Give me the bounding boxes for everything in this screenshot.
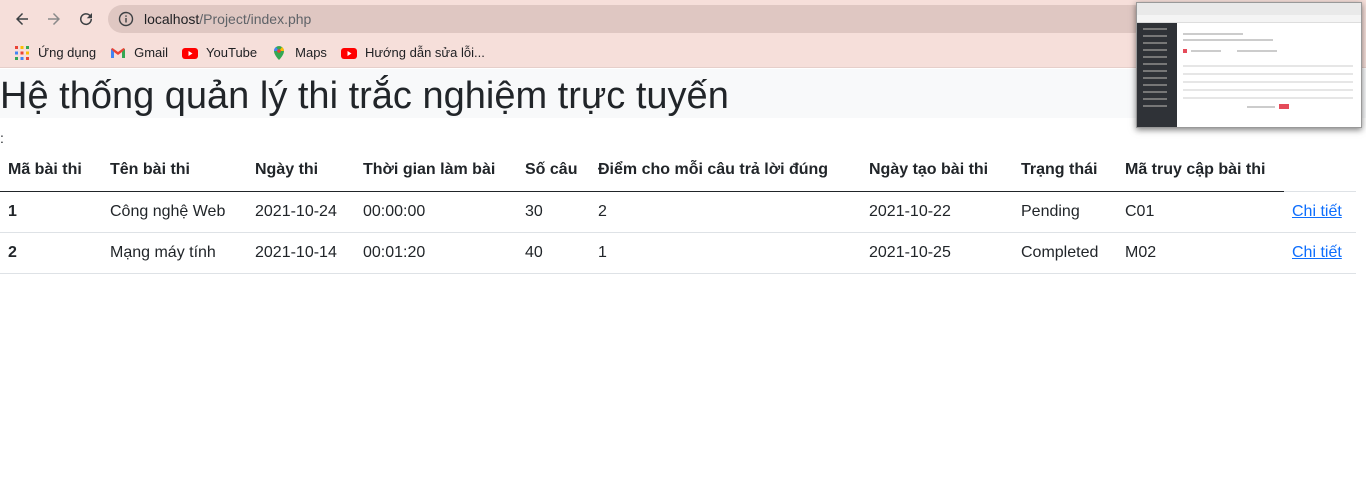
column-header: Điểm cho mỗi câu trả lời đúng xyxy=(590,150,861,192)
cell-exam-name: Công nghệ Web xyxy=(102,190,247,233)
preview-row xyxy=(1183,73,1353,75)
preview-toolbar xyxy=(1137,15,1361,23)
preview-text-line xyxy=(1191,50,1221,52)
cell-access-code: M02 xyxy=(1117,231,1284,274)
reload-button[interactable] xyxy=(74,7,98,31)
cell-duration: 00:00:00 xyxy=(355,190,517,233)
column-header: Mã bài thi xyxy=(0,150,102,192)
preview-marker xyxy=(1183,49,1187,53)
forward-arrow-icon xyxy=(48,13,60,25)
cell-action: Chi tiết xyxy=(1284,231,1356,274)
table-header-row: Mã bài thi Tên bài thi Ngày thi Thời gia… xyxy=(0,150,1356,192)
column-header: Tên bài thi xyxy=(102,150,247,192)
cell-status: Pending xyxy=(1013,190,1117,233)
bookmark-gmail[interactable]: Gmail xyxy=(110,45,168,61)
column-header-action xyxy=(1284,150,1356,191)
back-arrow-icon xyxy=(16,13,28,25)
preview-row xyxy=(1183,81,1353,83)
info-icon xyxy=(118,11,134,27)
address-bar[interactable]: localhost/Project/index.php xyxy=(108,5,1148,33)
preview-text-line xyxy=(1247,106,1275,108)
bookmark-huong-dan[interactable]: Hướng dẫn sửa lỗi... xyxy=(340,45,485,61)
exam-table: Mã bài thi Tên bài thi Ngày thi Thời gia… xyxy=(0,150,1356,274)
detail-link[interactable]: Chi tiết xyxy=(1292,203,1342,220)
column-header: Ngày tạo bài thi xyxy=(861,150,1013,192)
bookmark-label: Maps xyxy=(295,45,327,60)
cell-status: Completed xyxy=(1013,231,1117,274)
gmail-icon xyxy=(110,45,126,61)
column-header: Ngày thi xyxy=(247,150,355,192)
cell-exam-date: 2021-10-24 xyxy=(247,190,355,233)
bookmark-label: Ứng dụng xyxy=(38,45,97,60)
cell-duration: 00:01:20 xyxy=(355,231,517,274)
column-header: Thời gian làm bài xyxy=(355,150,517,192)
preview-row xyxy=(1183,97,1353,99)
bookmark-label: Gmail xyxy=(134,45,169,60)
cell-exam-id: 2 xyxy=(0,231,102,274)
cell-points: 1 xyxy=(590,231,861,274)
column-header: Trạng thái xyxy=(1013,150,1117,192)
cell-action: Chi tiết xyxy=(1284,190,1356,233)
url-path: /Project/index.php xyxy=(199,11,312,27)
preview-text-line xyxy=(1183,39,1273,41)
page-title: Hệ thống quản lý thi trắc nghiệm trực tu… xyxy=(0,75,729,117)
preview-sidebar xyxy=(1137,23,1177,127)
cell-exam-name: Mạng máy tính xyxy=(102,231,247,274)
column-header: Số câu xyxy=(517,150,590,192)
cell-created-date: 2021-10-22 xyxy=(861,190,1013,233)
cell-points: 2 xyxy=(590,190,861,233)
bookmark-label: Hướng dẫn sửa lỗi... xyxy=(364,45,485,60)
detail-link[interactable]: Chi tiết xyxy=(1292,244,1342,261)
page-prefix: : xyxy=(0,130,4,146)
bookmark-youtube[interactable]: YouTube xyxy=(182,45,257,61)
cell-question-count: 40 xyxy=(517,231,590,274)
cell-question-count: 30 xyxy=(517,190,590,233)
forward-button[interactable] xyxy=(42,7,66,31)
cell-created-date: 2021-10-25 xyxy=(861,231,1013,274)
window-preview-thumbnail[interactable] xyxy=(1136,2,1362,128)
bookmark-apps[interactable]: Ứng dụng xyxy=(14,45,96,61)
cell-exam-id: 1 xyxy=(0,190,102,233)
apps-grid-icon xyxy=(14,45,30,61)
cell-exam-date: 2021-10-14 xyxy=(247,231,355,274)
preview-text-line xyxy=(1237,50,1277,52)
table-row: 2 Mạng máy tính 2021-10-14 00:01:20 40 1… xyxy=(0,231,1356,274)
bookmark-label: YouTube xyxy=(206,45,258,60)
preview-row xyxy=(1183,89,1353,91)
preview-button xyxy=(1279,104,1289,109)
maps-icon xyxy=(271,45,287,61)
cell-access-code: C01 xyxy=(1117,190,1284,233)
bookmark-maps[interactable]: Maps xyxy=(271,45,327,61)
youtube-icon xyxy=(340,45,357,61)
youtube-icon xyxy=(182,45,199,61)
url-host: localhost xyxy=(144,11,200,27)
column-header: Mã truy cập bài thi xyxy=(1117,150,1284,192)
preview-titlebar xyxy=(1137,3,1361,15)
preview-row xyxy=(1183,65,1353,67)
back-button[interactable] xyxy=(10,7,34,31)
preview-text-line xyxy=(1183,33,1243,35)
table-row: 1 Công nghệ Web 2021-10-24 00:00:00 30 2… xyxy=(0,190,1356,233)
reload-icon xyxy=(80,13,93,26)
